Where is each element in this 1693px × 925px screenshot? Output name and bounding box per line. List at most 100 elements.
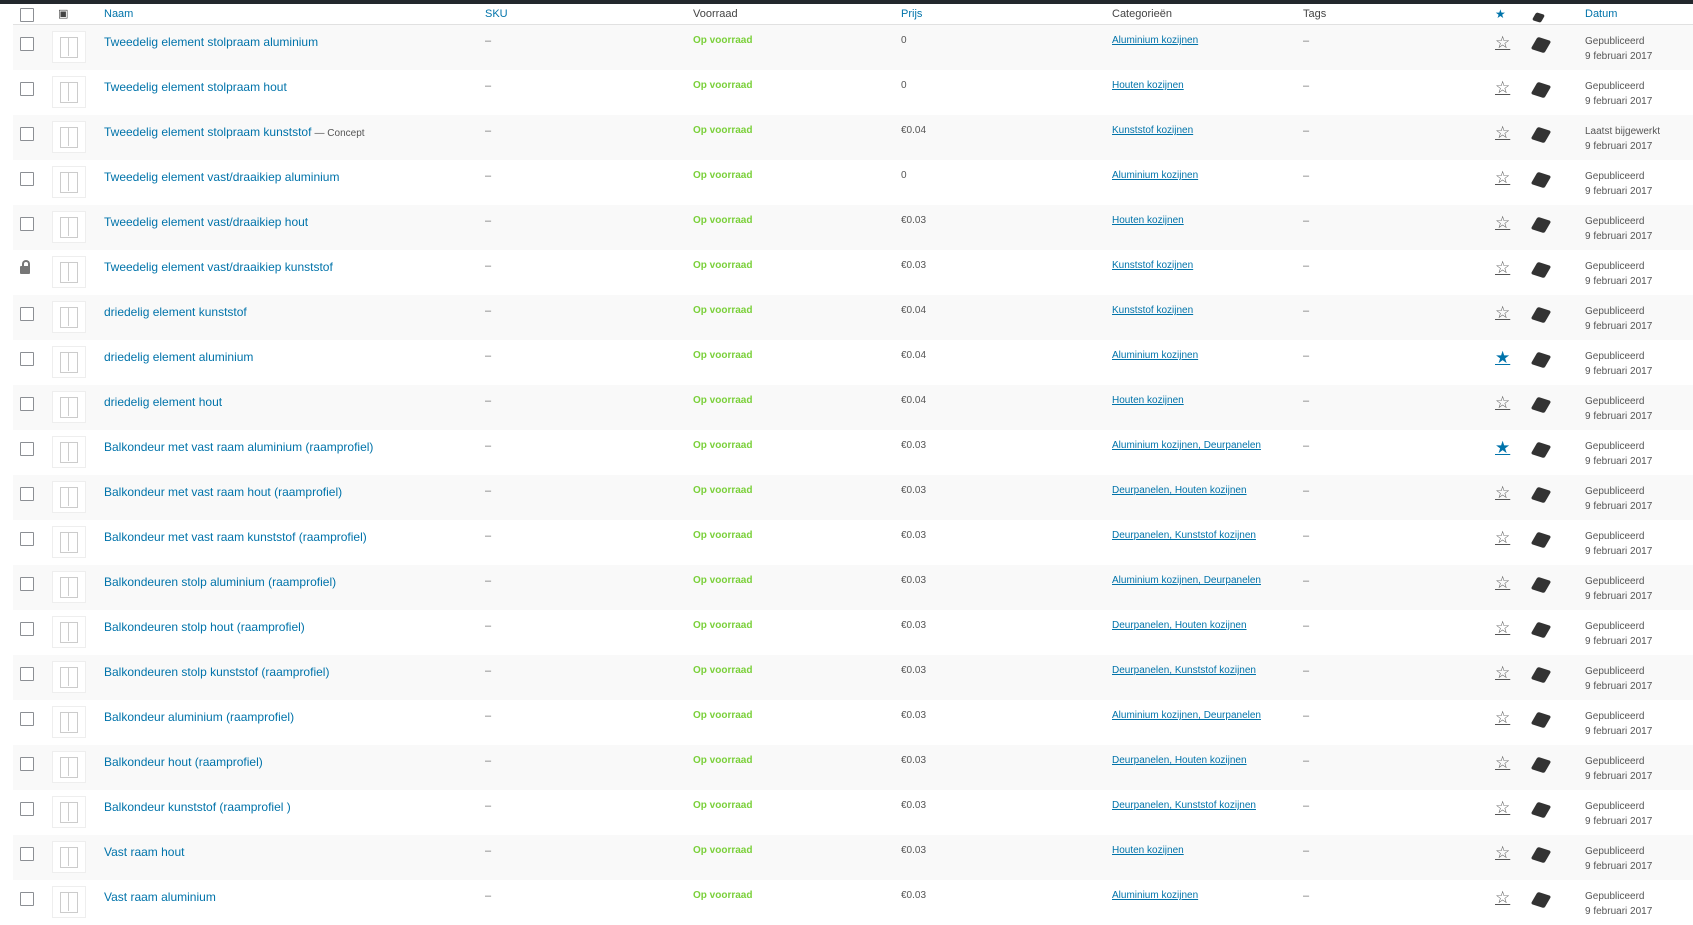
categories-link[interactable]: Aluminium kozijnen, Deurpanelen [1112, 710, 1261, 721]
product-name-link[interactable]: driedelig element aluminium [104, 350, 253, 364]
product-name-link[interactable]: Tweedelig element vast/draaikiep alumini… [104, 170, 339, 184]
featured-star-icon[interactable]: ☆ [1495, 709, 1510, 726]
featured-star-icon[interactable]: ☆ [1495, 529, 1510, 546]
checkbox-box[interactable] [20, 352, 34, 366]
product-thumbnail[interactable] [52, 661, 86, 696]
featured-star-icon[interactable]: ☆ [1495, 394, 1510, 411]
product-name-link[interactable]: Balkondeuren stolp hout (raamprofiel) [104, 620, 305, 634]
categories-link[interactable]: Houten kozijnen [1112, 845, 1184, 856]
product-thumbnail[interactable] [52, 346, 86, 381]
product-thumbnail[interactable] [52, 886, 86, 921]
featured-star-icon[interactable]: ☆ [1495, 799, 1510, 816]
product-thumbnail[interactable] [52, 31, 86, 66]
checkbox-box[interactable] [20, 802, 34, 816]
row-checkbox[interactable] [20, 712, 34, 729]
product-name-link[interactable]: Tweedelig element vast/draaikiep hout [104, 215, 308, 229]
product-name-link[interactable]: Balkondeur met vast raam kunststof (raam… [104, 530, 367, 544]
featured-star-icon[interactable]: ☆ [1495, 754, 1510, 771]
row-checkbox[interactable] [20, 622, 34, 639]
product-name-link[interactable]: Tweedelig element stolpraam kunststof [104, 125, 311, 139]
featured-star-icon[interactable]: ☆ [1495, 169, 1510, 186]
featured-star-icon[interactable]: ☆ [1495, 79, 1510, 96]
row-checkbox[interactable] [20, 532, 34, 549]
categories-link[interactable]: Aluminium kozijnen [1112, 170, 1198, 181]
checkbox-box[interactable] [20, 217, 34, 231]
sort-date-link[interactable]: Datum [1585, 4, 1617, 24]
featured-column-star-icon[interactable]: ★ [1495, 4, 1506, 24]
featured-star-icon[interactable]: ☆ [1495, 619, 1510, 636]
product-thumbnail[interactable] [52, 391, 86, 426]
product-name-link[interactable]: Balkondeur hout (raamprofiel) [104, 755, 263, 769]
checkbox-box[interactable] [20, 442, 34, 456]
categories-link[interactable]: Aluminium kozijnen [1112, 35, 1198, 46]
row-checkbox[interactable] [20, 127, 34, 144]
row-checkbox[interactable] [20, 37, 34, 54]
categories-link[interactable]: Kunststof kozijnen [1112, 125, 1193, 136]
checkbox-box[interactable] [20, 757, 34, 771]
row-checkbox[interactable] [20, 577, 34, 594]
product-thumbnail[interactable] [52, 571, 86, 606]
product-name-link[interactable]: driedelig element hout [104, 395, 222, 409]
categories-link[interactable]: Deurpanelen, Houten kozijnen [1112, 485, 1247, 496]
row-checkbox[interactable] [20, 757, 34, 774]
row-checkbox[interactable] [20, 397, 34, 414]
categories-link[interactable]: Kunststof kozijnen [1112, 260, 1193, 271]
featured-star-icon[interactable]: ☆ [1495, 889, 1510, 906]
checkbox-box[interactable] [20, 667, 34, 681]
row-checkbox[interactable] [20, 487, 34, 504]
featured-star-icon[interactable]: ☆ [1495, 214, 1510, 231]
checkbox-box[interactable] [20, 532, 34, 546]
product-thumbnail[interactable] [52, 256, 86, 291]
row-checkbox[interactable] [20, 892, 34, 909]
featured-star-icon[interactable]: ☆ [1495, 484, 1510, 501]
product-name-link[interactable]: Balkondeur kunststof (raamprofiel ) [104, 800, 291, 814]
categories-link[interactable]: Aluminium kozijnen [1112, 350, 1198, 361]
checkbox-box[interactable] [20, 82, 34, 96]
product-thumbnail[interactable] [52, 166, 86, 201]
categories-link[interactable]: Houten kozijnen [1112, 395, 1184, 406]
categories-link[interactable]: Deurpanelen, Kunststof kozijnen [1112, 665, 1256, 676]
row-checkbox[interactable] [20, 217, 34, 234]
product-thumbnail[interactable] [52, 301, 86, 336]
checkbox-box[interactable] [20, 127, 34, 141]
checkbox-box[interactable] [20, 892, 34, 906]
checkbox-box[interactable] [20, 37, 34, 51]
categories-link[interactable]: Houten kozijnen [1112, 215, 1184, 226]
product-name-link[interactable]: driedelig element kunststof [104, 305, 247, 319]
product-name-link[interactable]: Tweedelig element vast/draaikiep kunstst… [104, 260, 333, 274]
featured-star-icon[interactable]: ★ [1495, 439, 1510, 456]
checkbox-box[interactable] [20, 172, 34, 186]
featured-star-icon[interactable]: ★ [1495, 349, 1510, 366]
checkbox-box[interactable] [20, 622, 34, 636]
checkbox-box[interactable] [20, 577, 34, 591]
product-thumbnail[interactable] [52, 796, 86, 831]
product-name-link[interactable]: Balkondeur met vast raam aluminium (raam… [104, 440, 373, 454]
checkbox-box[interactable] [20, 487, 34, 501]
product-name-link[interactable]: Balkondeuren stolp kunststof (raamprofie… [104, 665, 329, 679]
checkbox-box[interactable] [20, 307, 34, 321]
product-thumbnail[interactable] [52, 706, 86, 741]
product-thumbnail[interactable] [52, 76, 86, 111]
checkbox-box[interactable] [20, 397, 34, 411]
row-checkbox[interactable] [20, 307, 34, 324]
featured-star-icon[interactable]: ☆ [1495, 664, 1510, 681]
product-thumbnail[interactable] [52, 616, 86, 651]
sort-price-link[interactable]: Prijs [901, 4, 922, 24]
featured-star-icon[interactable]: ☆ [1495, 259, 1510, 276]
product-thumbnail[interactable] [52, 526, 86, 561]
featured-star-icon[interactable]: ☆ [1495, 34, 1510, 51]
row-checkbox[interactable] [20, 667, 34, 684]
categories-link[interactable]: Aluminium kozijnen, Deurpanelen [1112, 440, 1261, 451]
categories-link[interactable]: Deurpanelen, Kunststof kozijnen [1112, 800, 1256, 811]
categories-link[interactable]: Deurpanelen, Kunststof kozijnen [1112, 530, 1256, 541]
product-thumbnail[interactable] [52, 436, 86, 471]
row-checkbox[interactable] [20, 802, 34, 819]
product-name-link[interactable]: Vast raam aluminium [104, 890, 216, 904]
product-thumbnail[interactable] [52, 841, 86, 876]
categories-link[interactable]: Deurpanelen, Houten kozijnen [1112, 620, 1247, 631]
product-thumbnail[interactable] [52, 121, 86, 156]
featured-star-icon[interactable]: ☆ [1495, 304, 1510, 321]
product-thumbnail[interactable] [52, 481, 86, 516]
product-name-link[interactable]: Balkondeur met vast raam hout (raamprofi… [104, 485, 342, 499]
row-checkbox[interactable] [20, 352, 34, 369]
